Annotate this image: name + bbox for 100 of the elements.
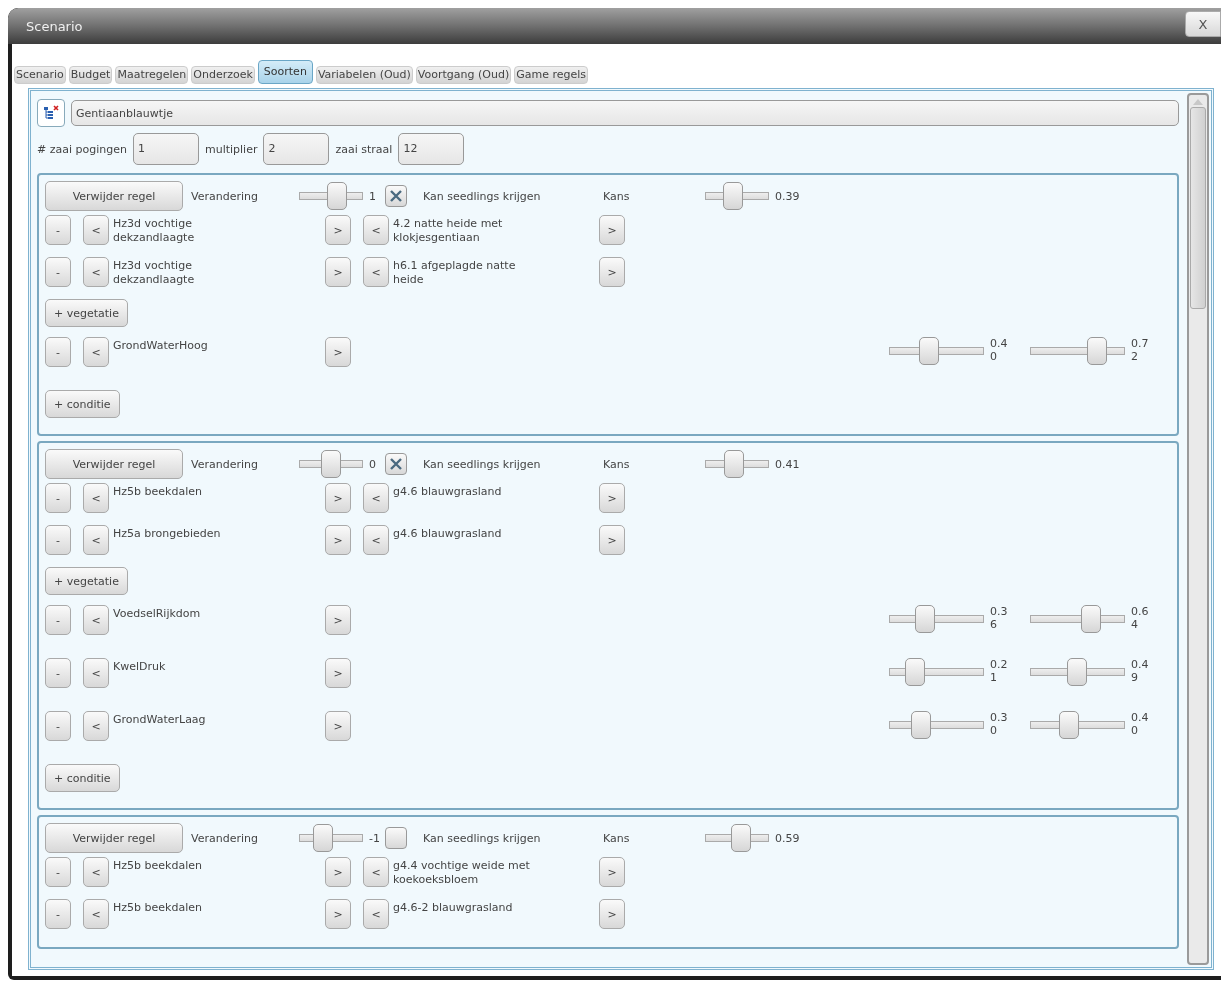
slider-thumb[interactable] (327, 182, 348, 210)
tab[interactable]: Game regels (514, 66, 589, 84)
slider-thumb[interactable] (918, 337, 939, 365)
change-slider[interactable] (299, 824, 363, 852)
seedlings-checkbox[interactable] (385, 185, 407, 207)
chance-slider[interactable] (705, 182, 769, 210)
chance-slider[interactable] (705, 824, 769, 852)
previous-button[interactable]: < (363, 525, 389, 555)
previous-button[interactable]: < (83, 215, 109, 245)
next-button[interactable]: > (325, 483, 351, 513)
remove-button[interactable]: - (45, 257, 71, 287)
previous-button[interactable]: < (363, 215, 389, 245)
slider-thumb[interactable] (1086, 337, 1107, 365)
previous-button[interactable]: < (83, 483, 109, 513)
previous-button[interactable]: < (83, 857, 109, 887)
chance-value: 0.41 (775, 457, 800, 471)
next-button[interactable]: > (599, 525, 625, 555)
slider-thumb[interactable] (915, 605, 936, 633)
min-slider[interactable] (889, 337, 984, 365)
slider-thumb[interactable] (313, 824, 334, 852)
tab[interactable]: Variabelen (Oud) (315, 66, 413, 84)
next-button[interactable]: > (599, 257, 625, 287)
remove-button[interactable]: - (45, 337, 71, 367)
tab[interactable]: Soorten (257, 60, 313, 84)
radius-field[interactable]: 12 (398, 133, 465, 165)
previous-button[interactable]: < (83, 658, 109, 688)
next-button[interactable]: > (599, 215, 625, 245)
change-slider[interactable] (299, 450, 363, 478)
condition-name: KwelDruk (113, 659, 167, 674)
tab[interactable]: Onderzoek (191, 66, 255, 84)
previous-button[interactable]: < (363, 857, 389, 887)
min-slider[interactable] (889, 711, 984, 739)
max-slider[interactable] (1030, 605, 1125, 633)
tab[interactable]: Voortgang (Oud) (415, 66, 512, 84)
next-button[interactable]: > (325, 658, 351, 688)
next-button[interactable]: > (325, 525, 351, 555)
remove-button[interactable]: - (45, 899, 71, 929)
seedlings-checkbox[interactable] (385, 827, 407, 849)
delete-rule-button[interactable]: Verwijder regel (45, 449, 183, 479)
remove-button[interactable]: - (45, 215, 71, 245)
add-vegetation-button[interactable]: + vegetatie (45, 299, 128, 327)
previous-button[interactable]: < (83, 257, 109, 287)
remove-button[interactable]: - (45, 857, 71, 887)
up-arrow-icon[interactable] (1193, 99, 1203, 105)
tree-icon-button[interactable] (37, 99, 65, 127)
seedlings-checkbox[interactable] (385, 453, 407, 475)
slider-thumb[interactable] (1058, 711, 1079, 739)
next-button[interactable]: > (325, 899, 351, 929)
slider-thumb[interactable] (723, 182, 744, 210)
tab[interactable]: Scenario (14, 66, 66, 84)
close-button[interactable]: X (1185, 11, 1221, 37)
remove-button[interactable]: - (45, 711, 71, 741)
max-value: 0.40 (1131, 711, 1150, 737)
max-slider[interactable] (1030, 337, 1125, 365)
next-button[interactable]: > (325, 857, 351, 887)
chance-slider[interactable] (705, 450, 769, 478)
max-slider[interactable] (1030, 658, 1125, 686)
next-button[interactable]: > (325, 711, 351, 741)
add-condition-button[interactable]: + conditie (45, 764, 120, 792)
remove-button[interactable]: - (45, 525, 71, 555)
next-button[interactable]: > (599, 483, 625, 513)
previous-button[interactable]: < (83, 525, 109, 555)
previous-button[interactable]: < (363, 899, 389, 929)
previous-button[interactable]: < (363, 483, 389, 513)
previous-button[interactable]: < (83, 337, 109, 367)
slider-thumb[interactable] (1080, 605, 1101, 633)
remove-button[interactable]: - (45, 658, 71, 688)
previous-button[interactable]: < (363, 257, 389, 287)
slider-thumb[interactable] (1066, 658, 1087, 686)
previous-button[interactable]: < (83, 711, 109, 741)
next-button[interactable]: > (325, 605, 351, 635)
min-slider[interactable] (889, 658, 984, 686)
scrollbar[interactable] (1187, 93, 1209, 965)
slider-thumb[interactable] (730, 824, 751, 852)
attempts-field[interactable]: 1 (132, 133, 199, 165)
tab[interactable]: Budget (68, 66, 113, 84)
next-button[interactable]: > (599, 899, 625, 929)
delete-rule-button[interactable]: Verwijder regel (45, 181, 183, 211)
slider-thumb[interactable] (723, 450, 744, 478)
previous-button[interactable]: < (83, 899, 109, 929)
next-button[interactable]: > (325, 257, 351, 287)
slider-thumb[interactable] (321, 450, 341, 478)
remove-button[interactable]: - (45, 483, 71, 513)
slider-thumb[interactable] (911, 711, 932, 739)
multiplier-field[interactable]: 2 (263, 133, 330, 165)
slider-thumb[interactable] (904, 658, 925, 686)
next-button[interactable]: > (325, 215, 351, 245)
previous-button[interactable]: < (83, 605, 109, 635)
delete-rule-button[interactable]: Verwijder regel (45, 823, 183, 853)
change-slider[interactable] (299, 182, 363, 210)
tab[interactable]: Maatregelen (115, 66, 189, 84)
next-button[interactable]: > (325, 337, 351, 367)
next-button[interactable]: > (599, 857, 625, 887)
add-vegetation-button[interactable]: + vegetatie (45, 567, 128, 595)
remove-button[interactable]: - (45, 605, 71, 635)
species-name-field[interactable]: Gentiaanblauwtje (71, 100, 1179, 126)
scroll-thumb[interactable] (1190, 107, 1206, 309)
min-slider[interactable] (889, 605, 984, 633)
max-slider[interactable] (1030, 711, 1125, 739)
add-condition-button[interactable]: + conditie (45, 390, 120, 418)
